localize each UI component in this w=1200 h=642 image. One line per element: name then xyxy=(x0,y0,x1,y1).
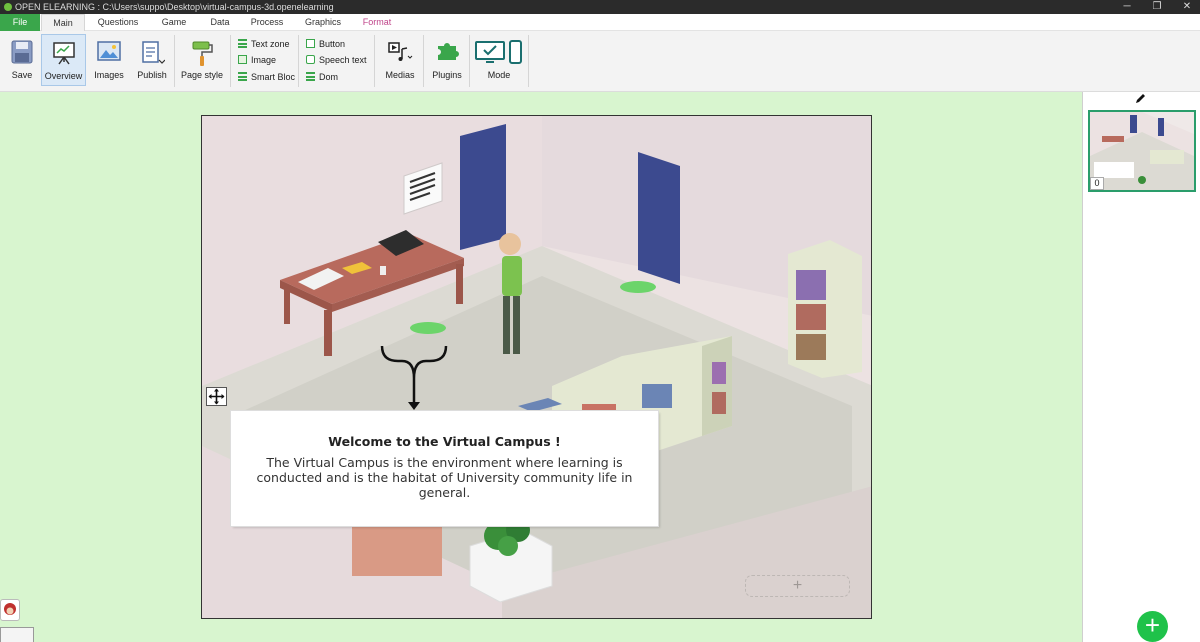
ribbon-separator xyxy=(469,35,470,87)
hotspot-marker xyxy=(620,281,656,293)
ribbon-separator xyxy=(423,35,424,87)
ribbon-separator xyxy=(230,35,231,87)
ribbon-separator xyxy=(374,35,375,87)
door-right xyxy=(638,152,680,284)
ribbon-toolbar: Save Overview Images Publish Page style … xyxy=(0,31,1200,92)
bookshelf-right xyxy=(788,240,862,378)
add-element-zone[interactable]: + xyxy=(745,575,850,597)
tab-game[interactable]: Game xyxy=(152,14,196,31)
thumbnail-preview xyxy=(1090,112,1194,190)
publish-button[interactable]: Publish xyxy=(132,34,172,86)
button-tool-icon xyxy=(306,39,315,48)
speech-text-button[interactable]: Speech text xyxy=(306,53,367,67)
tab-data[interactable]: Data xyxy=(200,14,240,31)
picture-icon xyxy=(97,40,121,64)
maximize-button[interactable]: ❐ xyxy=(1144,0,1170,14)
hotspot-marker xyxy=(410,322,446,334)
avatar[interactable] xyxy=(0,599,20,621)
welcome-body: The Virtual Campus is the environment wh… xyxy=(256,455,633,500)
menu-bar: File Main Questions Game Data Process Gr… xyxy=(0,14,1200,31)
close-button[interactable]: ✕ xyxy=(1174,0,1200,14)
desktop-mobile-icon xyxy=(474,40,524,68)
paint-roller-icon xyxy=(190,40,214,70)
ribbon-separator xyxy=(174,35,175,87)
media-music-icon xyxy=(387,40,413,66)
plugins-button[interactable]: Plugins xyxy=(428,34,466,86)
character-avatar-icon xyxy=(4,603,16,615)
tab-format[interactable]: Format xyxy=(356,14,398,31)
smart-bloc-icon xyxy=(238,72,247,81)
ribbon-separator xyxy=(298,35,299,87)
smart-bloc-button[interactable]: Smart Bloc xyxy=(238,70,295,84)
medias-button[interactable]: Medias xyxy=(380,34,420,86)
campus-room-illustration xyxy=(202,116,871,618)
puzzle-piece-icon xyxy=(435,40,459,64)
button-tool[interactable]: Button xyxy=(306,37,345,51)
images-button[interactable]: Images xyxy=(90,34,128,86)
move-handle[interactable] xyxy=(206,387,227,406)
window-title: OPEN ELEARNING : C:\Users\suppo\Desktop\… xyxy=(15,2,334,12)
minimize-button[interactable]: ─ xyxy=(1114,0,1140,14)
pillar xyxy=(352,526,442,576)
title-bar: OPEN ELEARNING : C:\Users\suppo\Desktop\… xyxy=(0,0,1200,14)
presentation-board-icon xyxy=(52,41,76,67)
page-style-button[interactable]: Page style xyxy=(178,34,226,86)
image-small-icon xyxy=(238,55,247,64)
text-zone-icon xyxy=(238,39,247,48)
tab-file[interactable]: File xyxy=(0,14,40,31)
text-zone-button[interactable]: Text zone xyxy=(238,37,290,51)
tab-questions[interactable]: Questions xyxy=(90,14,146,31)
page-thumbnail[interactable] xyxy=(1088,110,1196,192)
slide-canvas[interactable] xyxy=(201,115,872,619)
page-number-badge: 0 xyxy=(1090,177,1104,190)
welcome-text-box[interactable]: Welcome to the Virtual Campus ! The Virt… xyxy=(231,411,658,526)
welcome-title: Welcome to the Virtual Campus ! xyxy=(328,434,561,449)
overview-button[interactable]: Overview xyxy=(41,34,86,86)
dom-icon xyxy=(306,72,315,81)
speech-bubble-icon xyxy=(306,55,315,64)
floppy-disk-icon xyxy=(11,40,33,66)
pencil-edit-icon[interactable] xyxy=(1134,93,1146,108)
door-left xyxy=(460,124,506,250)
tab-process[interactable]: Process xyxy=(244,14,290,31)
ribbon-separator xyxy=(528,35,529,87)
publish-document-icon xyxy=(139,40,166,68)
move-arrows-icon xyxy=(208,388,225,405)
save-button[interactable]: Save xyxy=(4,34,40,86)
mode-button[interactable]: Mode xyxy=(472,34,526,86)
tab-graphics[interactable]: Graphics xyxy=(298,14,348,31)
dom-button[interactable]: Dom xyxy=(306,70,338,84)
tab-main[interactable]: Main xyxy=(41,14,85,31)
add-page-button[interactable]: + xyxy=(1137,611,1168,642)
image-button[interactable]: Image xyxy=(238,53,276,67)
bottom-tool-button[interactable] xyxy=(0,627,34,642)
app-logo-icon xyxy=(4,3,12,11)
